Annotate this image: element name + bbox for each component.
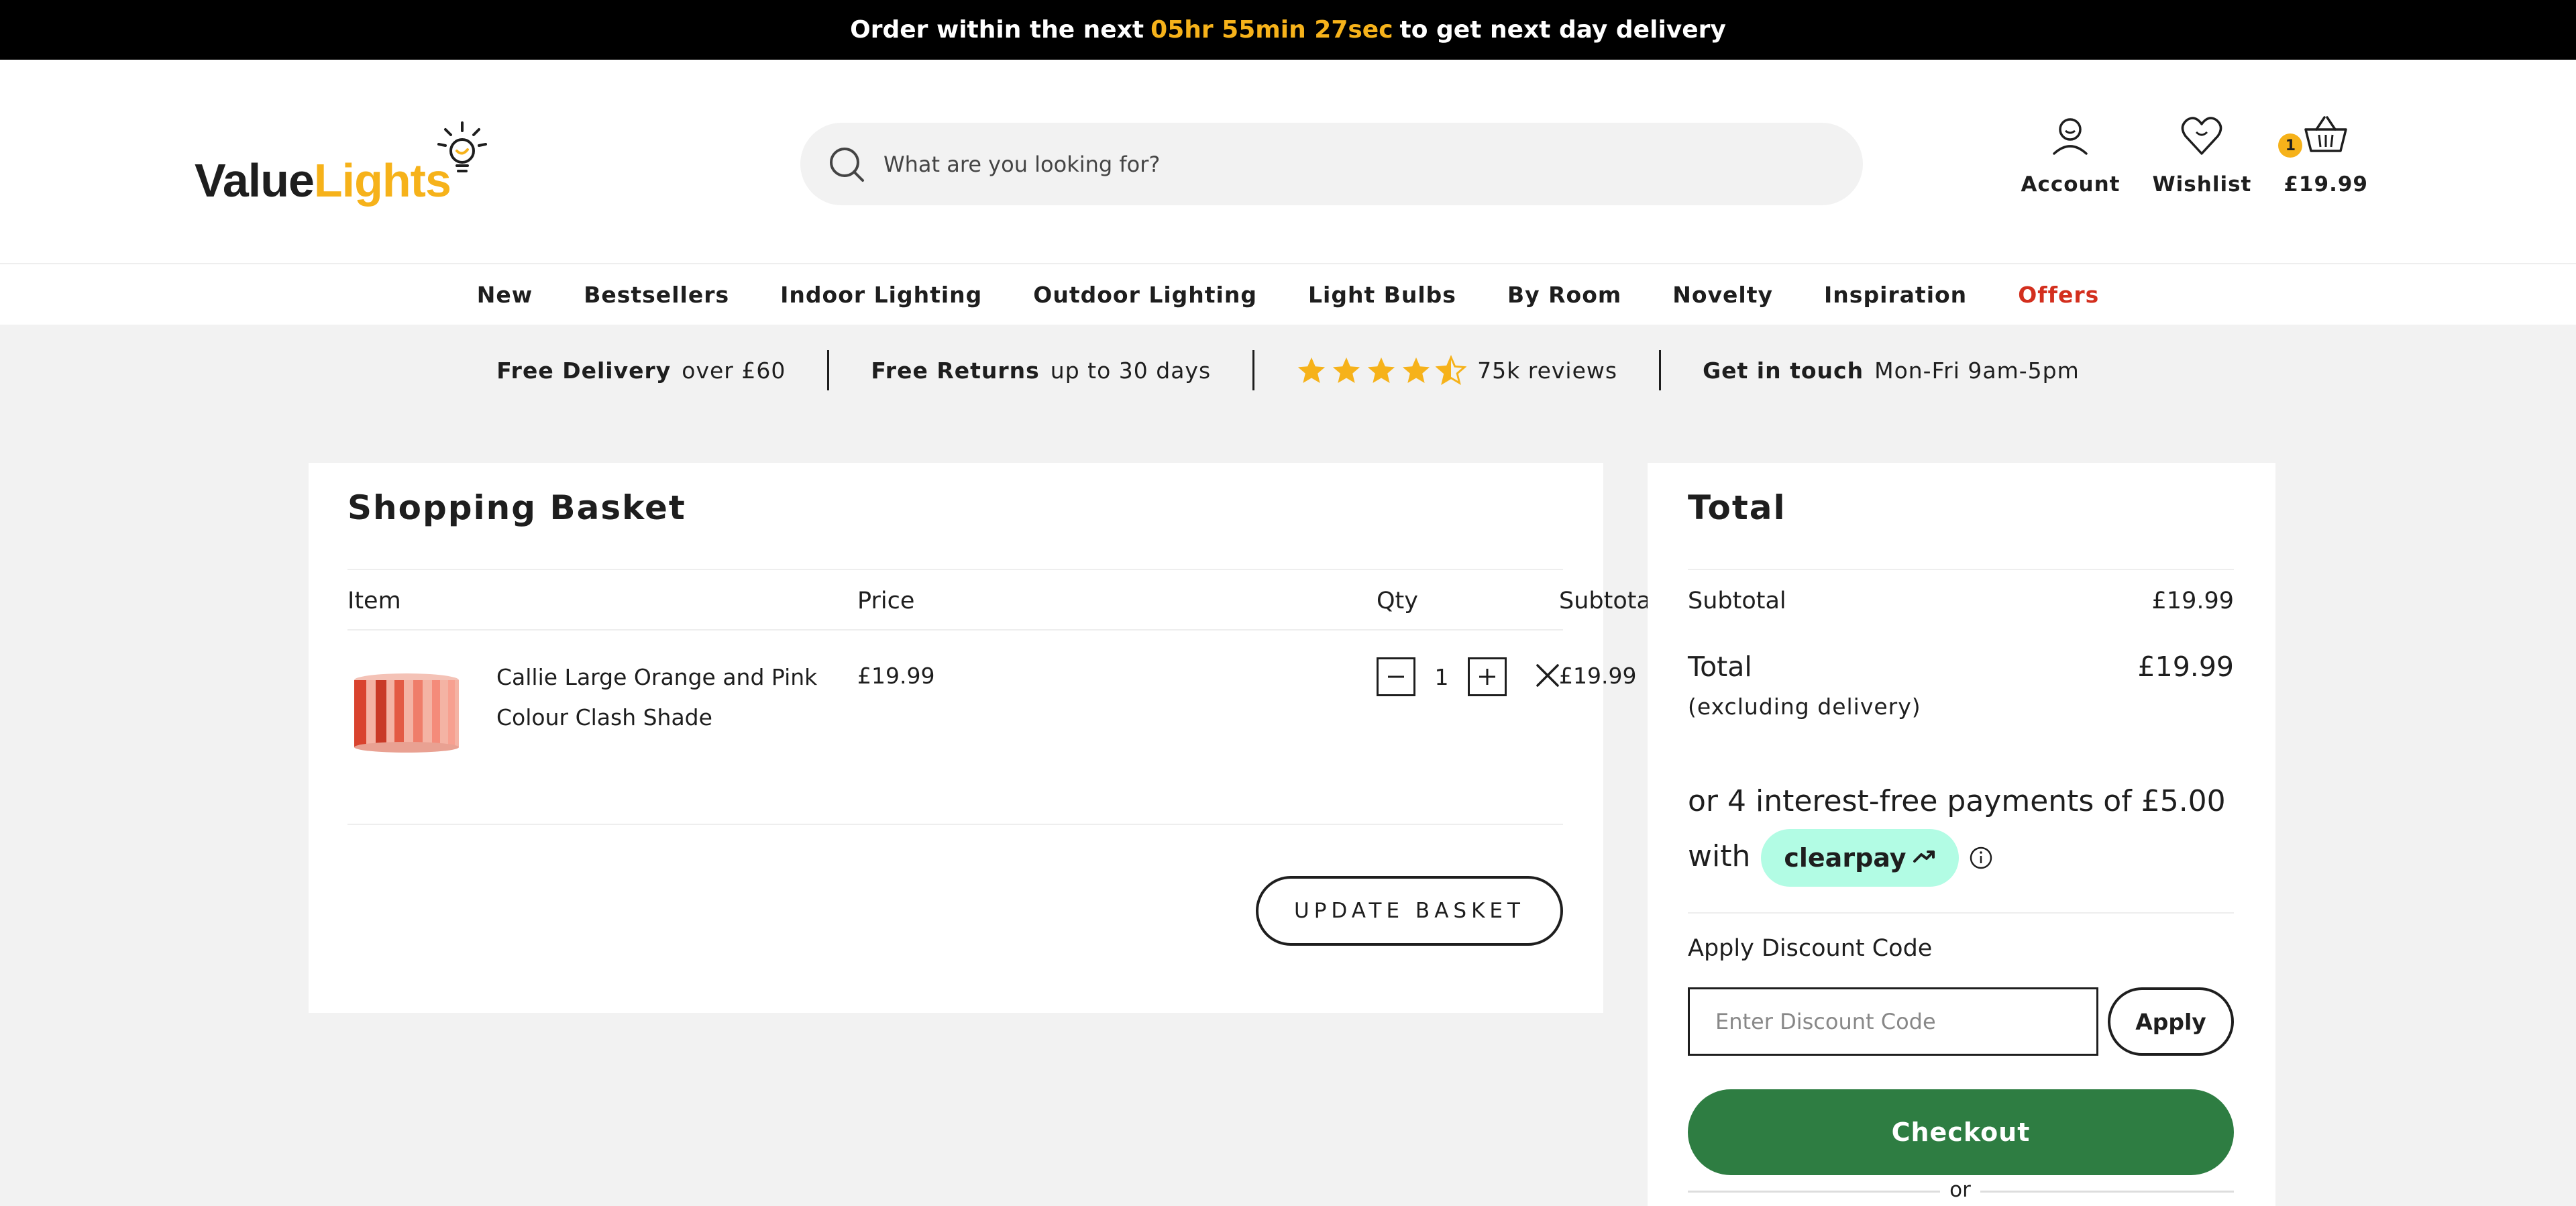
clearpay-brand: clearpay [1784,843,1907,873]
clearpay-badge: clearpay [1761,829,1959,887]
usp-contact[interactable]: Get in touch Mon-Fri 9am-5pm [1659,350,2121,390]
basket-button[interactable]: 1 £19.99 [2278,112,2368,197]
valuelights-logo[interactable]: ValueLights [195,120,490,214]
usp-delivery-title: Free Delivery [496,357,672,384]
clearpay-installments: or 4 interest-free payments of £5.00 [1688,784,2226,818]
usp-free-returns: Free Returns up to 30 days [827,350,1252,390]
delivery-note: (excluding delivery) [1688,694,1921,720]
star-icon [1333,357,1360,383]
site-header: ValueLights What are you looking for? Ac… [0,60,2576,264]
promo-prefix: Order within the next [850,16,1144,44]
star-icon [1298,357,1326,383]
usp-returns-title: Free Returns [871,357,1040,384]
star-icon [1368,357,1395,383]
heart-icon [2182,117,2222,155]
usp-reviews[interactable]: 75k reviews [1252,350,1659,390]
clearpay-with: with [1688,839,1751,873]
remove-item-icon[interactable] [1532,660,1563,691]
half-star-icon [1436,355,1467,385]
product-name[interactable]: Callie Large Orange and Pink Colour Clas… [496,657,832,738]
quantity-stepper: 1 [1377,657,1507,696]
total-title: Total [1688,488,1786,527]
usp-contact-text: Mon-Fri 9am-5pm [1874,357,2080,384]
discount-code-input[interactable] [1688,987,2098,1056]
product-thumbnail[interactable] [353,672,460,754]
account-icon [2053,118,2088,155]
main-nav: New Bestsellers Indoor Lighting Outdoor … [0,263,2576,325]
quantity-value[interactable]: 1 [1432,664,1452,690]
col-subtotal: Subtotal [1559,588,1658,614]
usp-delivery-text: over £60 [682,357,786,384]
divider [1688,569,2234,570]
col-price: Price [857,588,915,614]
total-label: Total [1688,651,1752,683]
subtotal-label: Subtotal [1688,588,1786,614]
or-separator: or [1940,1178,1980,1202]
basket-icon [2304,116,2347,152]
wishlist-label: Wishlist [2152,172,2252,197]
clearpay-arrows-icon [1913,851,1935,863]
minus-icon [1388,675,1404,678]
nav-item-by-room[interactable]: By Room [1482,282,1647,308]
update-basket-button[interactable]: UPDATE BASKET [1256,876,1563,946]
plus-icon [1479,669,1495,685]
promo-bar: Order within the next 05hr 55min 27sec t… [0,0,2576,60]
account-button[interactable]: Account [2021,112,2120,197]
usp-strip: Free Delivery over £60 Free Returns up t… [0,343,2576,397]
subtotal-row: Subtotal £19.99 [1688,588,2234,614]
basket-table-header: Item Price Qty Subtotal [347,569,1658,631]
shopping-basket-panel: Shopping Basket Item Price Qty Subtotal … [309,463,1658,1013]
logo-wordmark: ValueLights [195,154,451,207]
subtotal-value: £19.99 [2151,588,2234,614]
rating-stars [1296,355,1467,386]
apply-discount-button[interactable]: Apply [2108,987,2234,1056]
clearpay-message: or 4 interest-free payments of £5.00 wit… [1688,774,2234,887]
star-icon [1403,357,1430,383]
promo-suffix: to get next day delivery [1399,16,1726,44]
product-price: £19.99 [857,663,935,689]
nav-item-inspiration[interactable]: Inspiration [1799,282,1992,308]
nav-item-new[interactable]: New [451,282,559,308]
logo-lights-text: Lights [313,154,451,207]
basket-row: Callie Large Orange and Pink Colour Clas… [347,631,1636,825]
usp-returns-text: up to 30 days [1050,357,1212,384]
total-value: £19.99 [2137,651,2234,683]
lightbulb-icon [437,121,487,172]
wishlist-button[interactable]: Wishlist [2152,112,2251,197]
header-actions: Account Wishlist 1 £19.99 [2021,112,2368,197]
delivery-countdown: 05hr 55min 27sec [1150,16,1393,44]
basket-total: £19.99 [2284,172,2368,197]
info-icon[interactable] [1968,845,1994,871]
divider [1688,912,2234,914]
discount-label: Apply Discount Code [1688,935,1933,962]
account-label: Account [2021,172,2121,197]
decrease-qty-button[interactable] [1377,657,1415,696]
nav-item-bestsellers[interactable]: Bestsellers [558,282,755,308]
search-bar[interactable] [800,123,1863,205]
search-icon [830,147,864,182]
usp-free-delivery: Free Delivery over £60 [455,350,827,390]
total-row: Total £19.99 [1688,651,2234,683]
col-item: Item [347,588,401,614]
nav-item-outdoor-lighting[interactable]: Outdoor Lighting [1008,282,1283,308]
increase-qty-button[interactable] [1468,657,1507,696]
review-count: 75k reviews [1477,357,1618,384]
product-subtotal: £19.99 [1559,663,1637,689]
order-total-panel: Total Subtotal £19.99 Total £19.99 (excl… [1648,463,2275,1206]
nav-item-light-bulbs[interactable]: Light Bulbs [1283,282,1482,308]
nav-item-offers[interactable]: Offers [1992,282,2125,308]
nav-item-novelty[interactable]: Novelty [1647,282,1799,308]
nav-item-indoor-lighting[interactable]: Indoor Lighting [755,282,1008,308]
basket-count-badge: 1 [2278,133,2303,158]
logo-value-text: Value [195,154,315,207]
search-input[interactable] [883,151,1756,177]
usp-contact-title: Get in touch [1703,357,1864,384]
col-qty: Qty [1377,588,1418,614]
basket-title: Shopping Basket [347,488,686,527]
checkout-button[interactable]: Checkout [1688,1089,2234,1175]
